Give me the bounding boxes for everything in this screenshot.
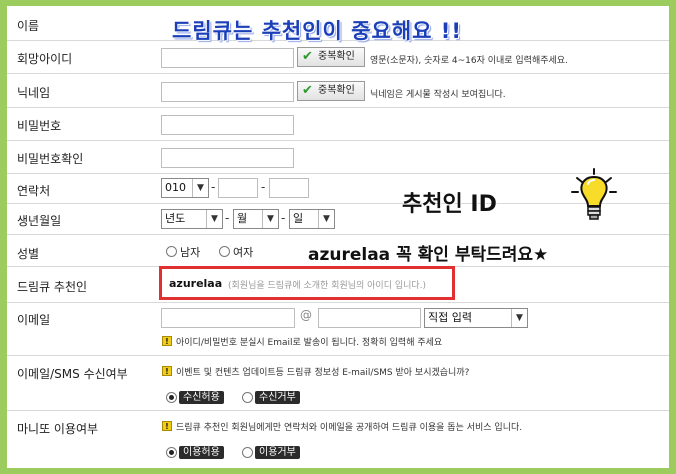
email-sms-reject-radio[interactable] (242, 392, 253, 403)
phone-prefix-select[interactable]: 010 ▼ (161, 178, 209, 198)
manitto-accept-label: 이용허용 (179, 446, 224, 459)
email-sms-reject-label: 수신거부 (255, 391, 300, 404)
row-user-id: 회망아이디 ✔ 중복확인 영문(소문자), 숫자로 4~16자 이내로 입력해주… (7, 41, 669, 74)
check-icon: ✔ (302, 83, 313, 98)
row-nickname: 닉네임 ✔ 중복확인 닉네임은 게시물 작성시 보여집니다. (7, 74, 669, 108)
check-icon: ✔ (302, 49, 313, 64)
label-manitto: 마니또 이용여부 (17, 422, 99, 436)
recommender-hint: (회원님을 드림큐에 소개한 회원님의 아이디 입니다.) (228, 281, 427, 291)
birthday-separator: - (225, 211, 230, 225)
row-password: 비밀번호 (7, 108, 669, 141)
label-gender: 성별 (17, 247, 40, 261)
label-phone: 연락처 (17, 184, 51, 198)
manitto-reject-radio[interactable] (242, 447, 253, 458)
label-password-confirm: 비밀번호확인 (17, 152, 84, 166)
phone-last-input[interactable] (269, 178, 309, 198)
email-sms-accept-radio[interactable] (166, 392, 177, 403)
manitto-notice: 드림큐 추천인 회원님에게만 연락처와 이메일을 공개하여 드림큐 이용을 돕는… (176, 423, 523, 433)
page-frame: 이름 회망아이디 ✔ 중복확인 영문(소문자), 숫자로 4~16자 이내로 입… (0, 0, 676, 474)
row-email-sms: 이메일/SMS 수신여부 ! 이벤트 및 컨텐츠 업데이트등 드림큐 정보성 E… (7, 356, 669, 411)
birthday-separator: - (281, 211, 286, 225)
signup-form: 이름 회망아이디 ✔ 중복확인 영문(소문자), 숫자로 4~16자 이내로 입… (7, 6, 669, 468)
label-recommender: 드림큐 추천인 (17, 280, 88, 294)
email-id-input[interactable] (161, 308, 295, 328)
gender-male-label: 남자 (180, 246, 201, 259)
phone-separator: - (211, 180, 216, 194)
chevron-down-icon: ▼ (318, 210, 334, 228)
label-name: 이름 (17, 19, 40, 33)
recommender-value[interactable]: azurelaa (169, 277, 222, 290)
warning-icon: ! (162, 336, 172, 346)
warning-icon: ! (162, 421, 172, 431)
headline-banner: 드림큐는 추천인이 중요해요 !! (172, 19, 462, 43)
row-email: 이메일 @ 직접 입력 ▼ ! 아이디/비밀번호 분실시 Email로 발송이 … (7, 303, 669, 356)
annotation-title: 추천인 ID (402, 192, 497, 217)
email-sms-notice: 이벤트 및 컨텐츠 업데이트등 드림큐 정보성 E-mail/SMS 받아 보시… (176, 368, 470, 378)
label-user-id: 회망아이디 (17, 52, 73, 66)
email-notice: 아이디/비밀번호 분실시 Email로 발송이 됩니다. 정확히 입력해 주세요 (176, 338, 443, 348)
chevron-down-icon: ▼ (206, 210, 222, 228)
user-id-help: 영문(소문자), 숫자로 4~16자 이내로 입력해주세요. (370, 56, 568, 66)
nickname-input[interactable] (161, 82, 294, 102)
phone-separator: - (261, 180, 266, 194)
gender-female-label: 여자 (233, 246, 254, 259)
manitto-accept-radio[interactable] (166, 447, 177, 458)
email-domain-input[interactable] (318, 308, 421, 328)
user-id-input[interactable] (161, 48, 294, 68)
label-nickname: 닉네임 (17, 86, 51, 100)
dup-check-id-button[interactable]: ✔ 중복확인 (297, 47, 365, 67)
label-email: 이메일 (17, 313, 51, 327)
birth-month-select[interactable]: 월 ▼ (233, 209, 279, 229)
dup-check-nick-button[interactable]: ✔ 중복확인 (297, 81, 365, 101)
annotation-subtitle: azurelaa 꼭 확인 부탁드려요★ (308, 245, 549, 265)
gender-female-radio[interactable] (219, 246, 230, 257)
email-domain-select[interactable]: 직접 입력 ▼ (424, 308, 528, 328)
nickname-help: 닉네임은 게시물 작성시 보여집니다. (370, 90, 506, 100)
label-email-sms: 이메일/SMS 수신여부 (17, 367, 128, 381)
chevron-down-icon: ▼ (262, 210, 278, 228)
password-confirm-input[interactable] (161, 148, 294, 168)
email-sms-accept-label: 수신허용 (179, 391, 224, 404)
gender-male-radio[interactable] (166, 246, 177, 257)
chevron-down-icon: ▼ (192, 179, 208, 197)
light-bulb-icon (571, 168, 617, 220)
email-at-symbol: @ (300, 308, 312, 322)
birth-day-select[interactable]: 일 ▼ (289, 209, 335, 229)
phone-middle-input[interactable] (218, 178, 258, 198)
label-password: 비밀번호 (17, 119, 62, 133)
manitto-reject-label: 이용거부 (255, 446, 300, 459)
warning-icon: ! (162, 366, 172, 376)
password-input[interactable] (161, 115, 294, 135)
label-birthday: 생년월일 (17, 214, 62, 228)
birth-year-select[interactable]: 년도 ▼ (161, 209, 223, 229)
chevron-down-icon: ▼ (511, 309, 527, 327)
row-manitto: 마니또 이용여부 ! 드림큐 추천인 회원님에게만 연락처와 이메일을 공개하여… (7, 411, 669, 468)
recommender-highlight-box: azurelaa (회원님을 드림큐에 소개한 회원님의 아이디 입니다.) (159, 266, 455, 300)
